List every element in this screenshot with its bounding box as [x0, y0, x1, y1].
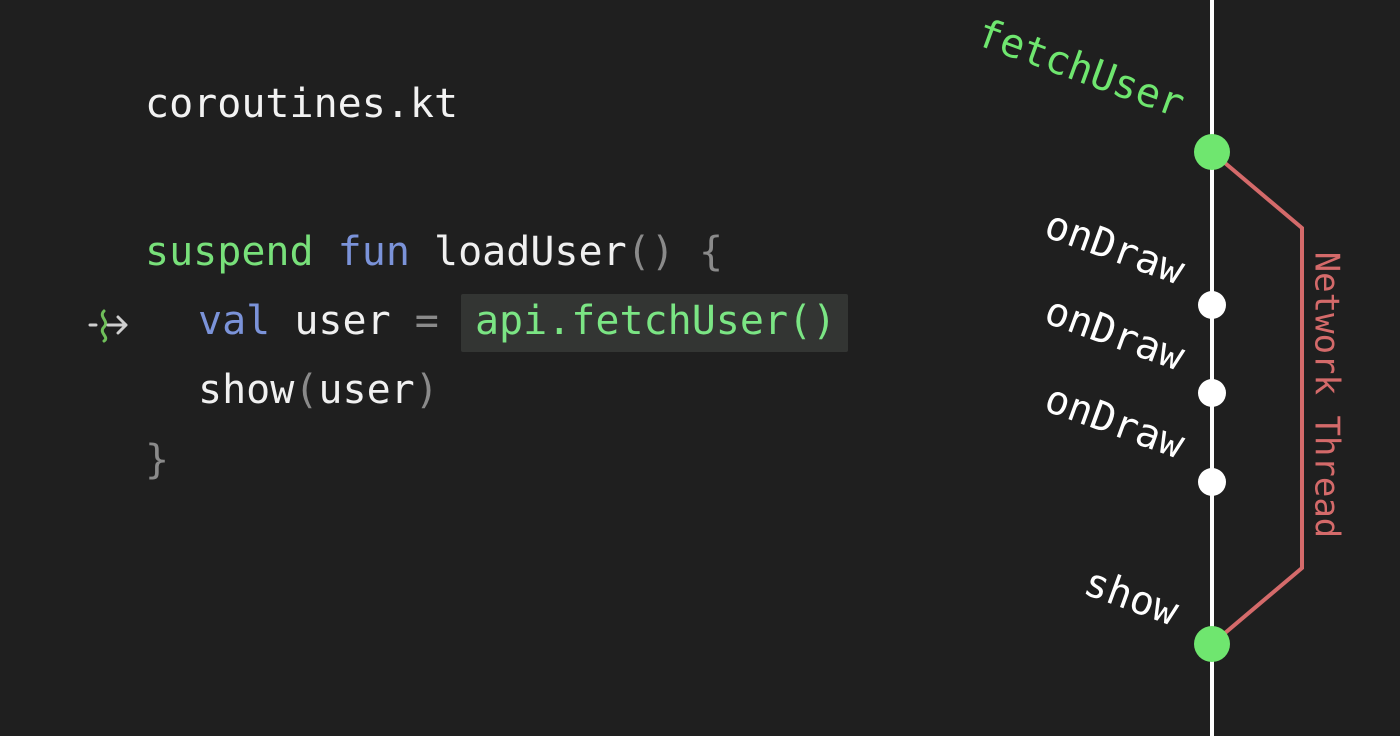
slide-canvas: coroutines.kt suspend fun loadUser() { v… [0, 0, 1400, 736]
show-close-paren: ) [414, 367, 439, 413]
timeline-label-ondraw-2: onDraw [1039, 288, 1191, 381]
timeline-label-ondraw-1: onDraw [1039, 202, 1191, 295]
show-open-paren: ( [294, 367, 319, 413]
close-paren: ) [650, 229, 675, 275]
open-paren: ( [626, 229, 651, 275]
file-name: coroutines.kt [145, 81, 459, 127]
timeline-point-ondraw-3 [1198, 468, 1226, 496]
close-brace: } [145, 437, 170, 483]
show-function-name: show [198, 367, 295, 413]
timeline-point-ondraw-1 [1198, 291, 1226, 319]
keyword-val: val [198, 298, 271, 344]
suspend-call-icon [88, 309, 128, 343]
timeline-label-show: show [1078, 559, 1185, 635]
highlighted-suspend-call: api.fetchUser() [460, 294, 849, 352]
variable-name: user [294, 298, 391, 344]
keyword-suspend: suspend [145, 229, 314, 275]
code-line-fetch-call: val user = api.fetchUser() [198, 294, 849, 352]
keyword-fun: fun [337, 229, 410, 275]
code-line-closing-brace: } [145, 436, 169, 484]
timeline-label-ondraw-3: onDraw [1039, 376, 1191, 469]
timeline-point-ondraw-2 [1198, 379, 1226, 407]
timeline-point-fetchuser [1194, 134, 1230, 170]
function-name: loadUser [434, 229, 627, 275]
network-thread-bracket [1210, 150, 1304, 646]
timeline-point-show [1194, 626, 1230, 662]
equals-sign: = [414, 298, 439, 344]
show-argument: user [318, 367, 415, 413]
code-line-function-declaration: suspend fun loadUser() { [145, 228, 723, 276]
code-line-show-call: show(user) [198, 366, 439, 414]
open-brace: { [698, 229, 724, 275]
network-thread-label: Network Thread [1307, 252, 1347, 539]
timeline-label-fetchuser: fetchUser [971, 10, 1190, 127]
